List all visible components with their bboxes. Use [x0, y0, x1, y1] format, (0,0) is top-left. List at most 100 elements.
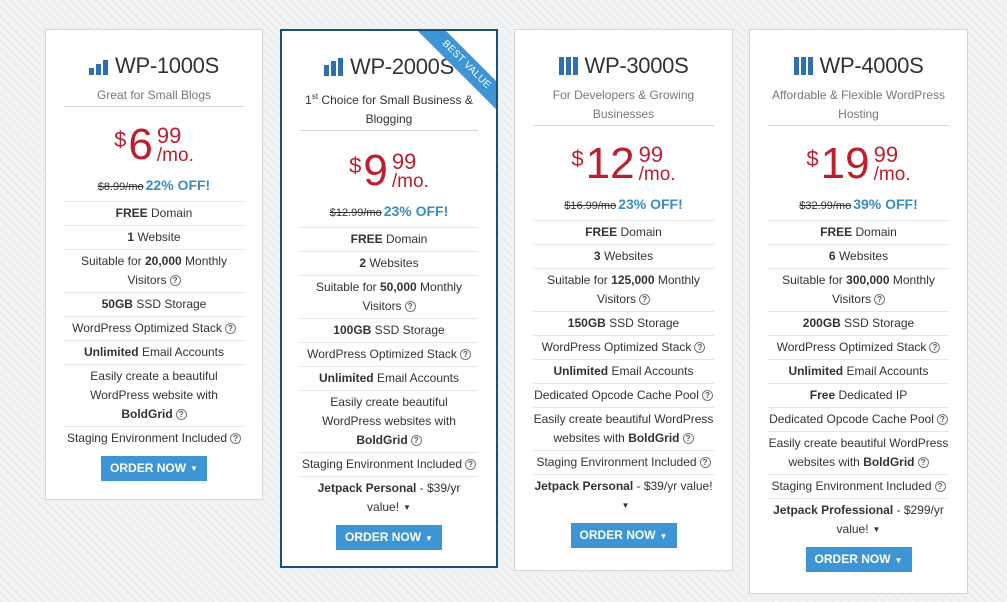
price-whole: 6 — [128, 120, 153, 169]
help-question-icon[interactable]: ? — [404, 301, 416, 313]
help-question-icon[interactable]: ? — [230, 433, 242, 445]
feature-highlight: Jetpack Professional — [773, 503, 894, 517]
price-fraction: 99/mo. — [391, 149, 429, 192]
feature-highlight: Jetpack Personal — [317, 481, 417, 495]
help-question-icon[interactable]: ? — [699, 457, 711, 469]
caret-down-icon: ▼ — [190, 464, 198, 474]
feature-prefix: Suitable for — [547, 273, 612, 287]
help-question-icon[interactable]: ? — [224, 323, 236, 335]
feature-item: Suitable for 300,000 Monthly Visitors? — [768, 269, 949, 312]
feature-list: FREE Domain 6 Websites Suitable for 300,00… — [768, 220, 949, 541]
feature-item: 200GB SSD Storage — [768, 312, 949, 336]
price-fraction: 99/mo. — [873, 142, 911, 185]
feature-highlight: 300,000 — [846, 273, 890, 287]
help-question-icon[interactable]: ? — [410, 435, 422, 447]
feature-item[interactable]: Jetpack Personal - $39/yr value!▼ — [533, 475, 714, 517]
feature-text: Staging Environment Included — [536, 455, 697, 469]
feature-text: Domain — [852, 225, 897, 239]
feature-item: Easily create beautiful WordPress websit… — [300, 391, 478, 453]
help-question-icon[interactable]: ? — [917, 457, 929, 469]
feature-item[interactable]: Jetpack Personal - $39/yr value!▼ — [300, 477, 478, 519]
feature-text: Email Accounts — [608, 364, 694, 378]
price-cents: 99 — [873, 142, 899, 167]
caret-down-icon[interactable]: ▼ — [403, 503, 411, 512]
price-cents: 99 — [156, 123, 182, 148]
bar-chart-icon — [793, 57, 815, 75]
order-now-button[interactable]: ORDER NOW ▼ — [570, 523, 677, 549]
feature-highlight: 6 — [828, 249, 836, 263]
order-now-label: ORDER NOW — [345, 530, 422, 545]
help-question-icon[interactable]: ? — [682, 433, 694, 445]
plan-tagline: 1st Choice for Small Business & Blogging — [300, 87, 478, 131]
price-cents: 99 — [638, 142, 664, 167]
feature-highlight: Jetpack Personal — [534, 479, 634, 493]
plan-price: $6 99/mo. — [46, 123, 262, 167]
feature-highlight: 125,000 — [611, 273, 655, 287]
feature-highlight: Unlimited — [788, 364, 844, 378]
feature-item: Easily create beautiful WordPress websit… — [768, 432, 949, 475]
feature-item: 100GB SSD Storage — [300, 319, 478, 343]
feature-prefix: Suitable for — [782, 273, 847, 287]
plan-tagline: Great for Small Blogs — [64, 86, 244, 107]
feature-list: FREE Domain 1 Website Suitable for 20,000 … — [64, 201, 244, 450]
feature-text: SSD Storage — [605, 316, 680, 330]
feature-highlight: Unlimited — [553, 364, 609, 378]
help-question-icon[interactable]: ? — [694, 342, 706, 354]
feature-item: Staging Environment Included? — [533, 451, 714, 475]
help-question-icon[interactable]: ? — [936, 414, 948, 426]
feature-item: WordPress Optimized Stack? — [768, 336, 949, 360]
feature-item: 3 Websites — [533, 245, 714, 269]
feature-text: WordPress Optimized Stack — [776, 340, 927, 354]
help-question-icon[interactable]: ? — [459, 349, 471, 361]
feature-text: Websites — [366, 256, 419, 270]
feature-highlight: BoldGrid — [356, 433, 408, 447]
price-fraction: 99/mo. — [156, 123, 194, 166]
help-question-icon[interactable]: ? — [465, 459, 477, 471]
help-question-icon[interactable]: ? — [701, 390, 713, 402]
feature-text: Staging Environment Included — [771, 479, 932, 493]
tagline-text: Choice for Small Business & Blogging — [318, 93, 473, 126]
feature-highlight: FREE — [115, 206, 148, 220]
feature-item: Staging Environment Included? — [300, 453, 478, 477]
caret-down-icon[interactable]: ▼ — [622, 501, 630, 510]
feature-highlight: Unlimited — [83, 345, 139, 359]
plan-savings: $16.99/mo 23% OFF! — [515, 196, 732, 212]
feature-list: FREE Domain 3 Websites Suitable for 125,00… — [533, 220, 714, 517]
feature-text: Email Accounts — [373, 371, 460, 385]
tagline-text: For Developers & Growing Businesses — [552, 88, 695, 121]
plan-name: WP-2000S — [350, 54, 454, 79]
feature-text: Dedicated IP — [835, 388, 908, 402]
feature-text: Domain — [617, 225, 662, 239]
help-question-icon[interactable]: ? — [934, 481, 946, 493]
plan-card-wp-4000s: WP-4000S Affordable & Flexible WordPress … — [749, 29, 968, 594]
feature-highlight: 50GB — [101, 297, 133, 311]
help-question-icon[interactable]: ? — [175, 409, 187, 421]
caret-down-icon: ▼ — [659, 531, 668, 541]
discount-badge: 22% OFF! — [145, 177, 211, 193]
price-period: /mo. — [638, 164, 676, 185]
help-question-icon[interactable]: ? — [874, 294, 886, 306]
feature-text: Website — [134, 230, 181, 244]
feature-highlight: FREE — [350, 232, 383, 246]
feature-item[interactable]: Jetpack Professional - $299/yr value! ▼ — [768, 499, 949, 541]
feature-item: Suitable for 20,000 Monthly Visitors? — [64, 250, 244, 293]
feature-prefix: Easily create beautiful WordPress websit… — [322, 395, 456, 428]
order-now-button[interactable]: ORDER NOW ▼ — [336, 525, 442, 551]
feature-item: Dedicated Opcode Cache Pool? — [768, 408, 949, 432]
old-price: $32.99/mo — [799, 200, 852, 212]
price-fraction: 99/mo. — [638, 142, 676, 185]
feature-item: Free Dedicated IP — [768, 384, 949, 408]
help-question-icon[interactable]: ? — [639, 294, 651, 306]
feature-item: Suitable for 125,000 Monthly Visitors? — [533, 269, 714, 312]
order-now-button[interactable]: ORDER NOW ▼ — [101, 456, 207, 481]
caret-down-icon: ▼ — [894, 555, 903, 565]
caret-down-icon[interactable]: ▼ — [873, 525, 881, 534]
plan-tagline: For Developers & Growing Businesses — [533, 86, 714, 126]
old-price: $16.99/mo — [564, 200, 617, 212]
help-question-icon[interactable]: ? — [169, 275, 181, 287]
order-now-button[interactable]: ORDER NOW ▼ — [805, 547, 912, 573]
price-cents: 99 — [391, 149, 417, 174]
feature-text: Staging Environment Included — [66, 431, 228, 445]
feature-item: WordPress Optimized Stack? — [300, 343, 478, 367]
help-question-icon[interactable]: ? — [929, 342, 941, 354]
